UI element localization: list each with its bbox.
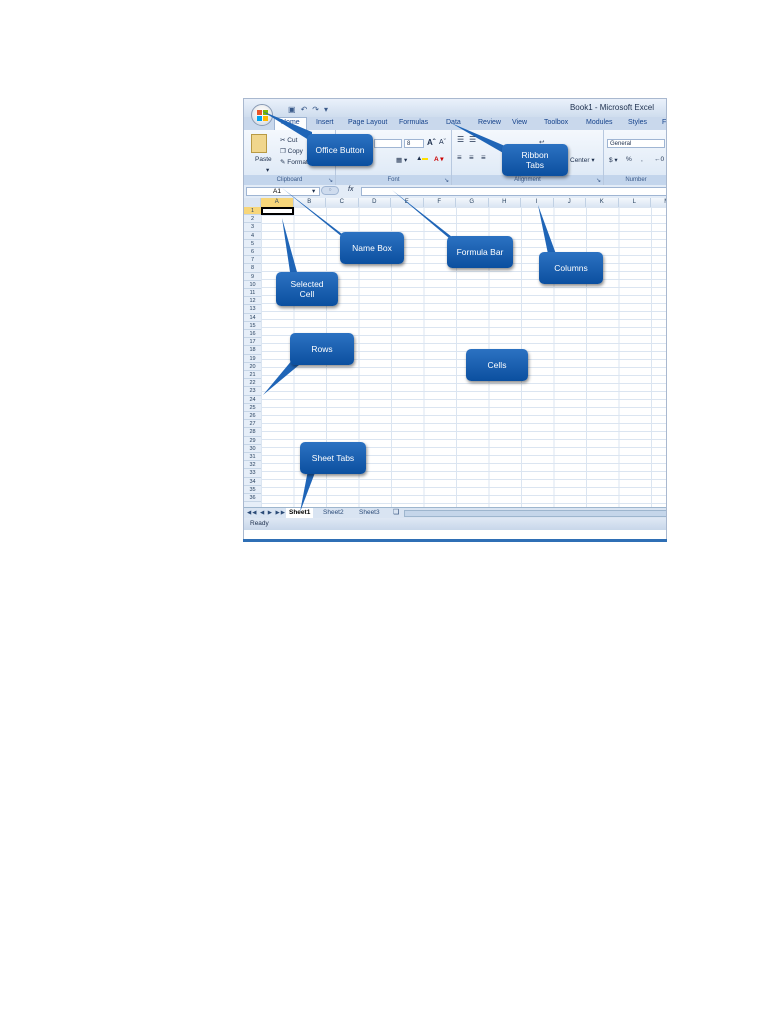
callout-rows: Rows — [290, 333, 354, 365]
callout-columns: Columns — [539, 252, 603, 284]
callout-office-button: Office Button — [307, 134, 373, 166]
leader-columns — [538, 205, 556, 254]
callout-leaders — [262, 111, 556, 512]
callout-sheet-tabs: Sheet Tabs — [300, 442, 366, 474]
callout-ribbon-tabs: Ribbon Tabs — [502, 144, 568, 176]
callout-name-box: Name Box — [340, 232, 404, 264]
leader-ribbon-tabs — [451, 123, 505, 154]
callout-formula-bar: Formula Bar — [447, 236, 513, 268]
leader-sheet-tabs — [300, 470, 316, 512]
leader-office-button — [262, 111, 312, 142]
leader-name-box — [282, 188, 346, 240]
callout-cells: Cells — [466, 349, 528, 381]
callout-selected-cell: Selected Cell — [276, 272, 338, 306]
leader-selected-cell — [282, 218, 297, 272]
